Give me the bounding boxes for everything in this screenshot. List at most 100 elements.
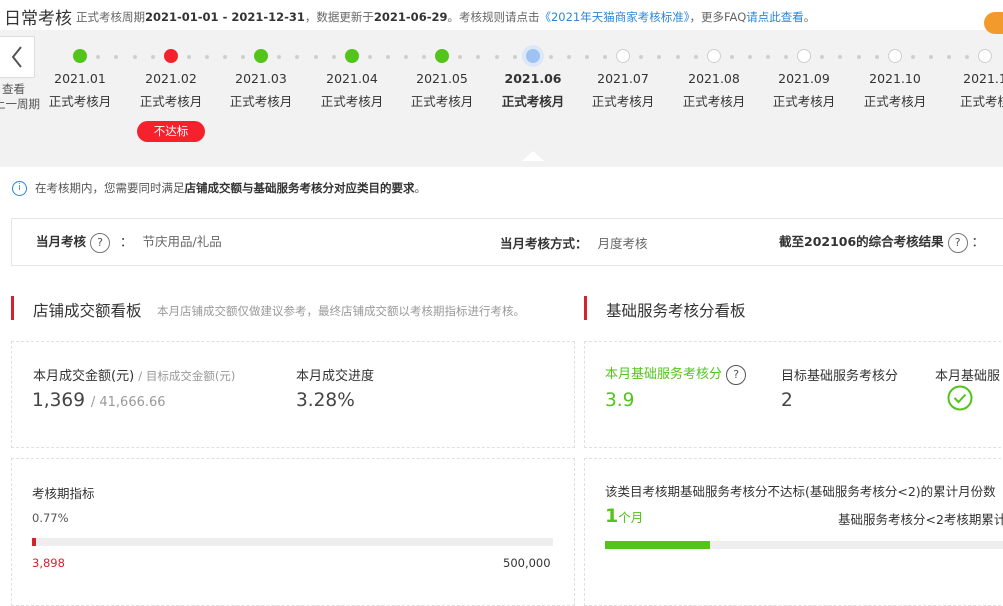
timeline-dot-future[interactable] <box>615 48 630 63</box>
timeline-dot-pass[interactable] <box>345 49 359 63</box>
service-score-value: 3.9 <box>605 390 635 411</box>
month-assessment-colon: ： <box>119 234 133 249</box>
period-target-percent: 0.77% <box>32 511 69 525</box>
assessment-method: 当月考核方式： 月度考核 <box>500 233 648 252</box>
timeline-month-label[interactable]: 2021.02 <box>131 71 211 86</box>
timeline-connector-dot <box>277 55 282 59</box>
timeline-connector-dot <box>331 55 336 59</box>
fail-badge: 不达标 <box>137 121 205 142</box>
fail-month-count-group: 1个月 <box>605 505 643 527</box>
fail-month-card: 该类目考核期基础服务考核分不达标(基础服务考核分<2)的累计月份数 1个月 基础… <box>584 458 1003 606</box>
service-board-title: 基础服务考核分看板 <box>606 302 746 320</box>
info-icon: i <box>12 180 27 196</box>
previous-period-label[interactable]: 查看 上一周期 <box>0 82 40 112</box>
assessment-method-value: 月度考核 <box>597 236 648 251</box>
target-score-value: 2 <box>781 390 793 411</box>
timeline-connector-dot <box>929 55 933 59</box>
timeline-dot-pass[interactable] <box>254 49 268 63</box>
month-status-label: 本月基础服 <box>935 369 1001 384</box>
gmv-amount-value: 1,369 <box>32 390 85 411</box>
timeline-month-sub: 正式考核月 <box>682 94 746 109</box>
timeline-month-sub: 正式考核月 <box>229 94 293 109</box>
timeline-dot-future[interactable] <box>796 48 811 63</box>
timeline-month-label[interactable]: 2021.07 <box>583 71 663 86</box>
timeline-connector-dot <box>241 55 245 59</box>
timeline-month-label[interactable]: 2021.04 <box>312 71 392 86</box>
overall-result-colon: ： <box>971 234 985 249</box>
score-label-group: 本月基础服务考核分 ? <box>605 363 747 385</box>
timeline-connector-dot <box>585 55 589 59</box>
timeline-dot-pass[interactable] <box>435 49 449 63</box>
month-assessment-label: 当月考核 <box>36 234 87 249</box>
result-status-button[interactable] <box>984 12 1003 34</box>
timeline-connector-dot <box>603 55 607 59</box>
timeline-connector-dot <box>657 55 662 59</box>
timeline-month-label[interactable]: 2021.09 <box>764 71 844 86</box>
timeline-dot-future[interactable] <box>887 48 902 63</box>
timeline-connector-dot <box>965 55 969 59</box>
gmv-values: 1,369 / 41,666.66 <box>32 390 166 411</box>
period-target-current: 3,898 <box>32 556 65 570</box>
timeline-month-label[interactable]: 2021.08 <box>674 71 754 86</box>
update-date: 2021-06-29 <box>373 10 448 24</box>
summary-bar: 当月考核 ? ： 节庆用品/礼品 当月考核方式： 月度考核 截至202106的综… <box>11 218 1003 266</box>
gmv-board-subtitle: 本月店铺成交额仅做建议参考，最终店铺成交额以考核期指标进行考核。 <box>157 304 525 318</box>
timeline-month-label[interactable]: 2021.03 <box>221 71 301 86</box>
timeline-month-label[interactable]: 2021.01 <box>40 71 120 86</box>
timeline-month-sub: 正式考核月 <box>320 94 384 109</box>
month-assessment: 当月考核 ? ： 节庆用品/礼品 <box>36 231 222 253</box>
timeline-connector-dot <box>549 55 553 59</box>
help-icon[interactable]: ? <box>90 232 110 253</box>
timeline-connector-dot <box>730 55 734 59</box>
help-icon[interactable]: ? <box>726 364 747 385</box>
period-range: 2021-01-01 - 2021-12-31 <box>145 10 305 24</box>
timeline-month-sub: 正式考核月 <box>139 94 203 109</box>
timeline-dot-pass[interactable] <box>73 49 87 63</box>
gmv-target-label: / 目标成交金额(元) <box>138 369 236 383</box>
timeline-connector-dot <box>874 55 879 59</box>
timeline-month-label[interactable]: 2021.1 <box>945 71 1003 86</box>
timeline-connector-dot <box>223 55 227 59</box>
timeline-month-label[interactable]: 2021.06 <box>493 71 573 86</box>
gmv-progress-value: 3.28% <box>296 390 355 411</box>
timeline-month-sub: 正式考核月 <box>591 94 655 109</box>
timeline-connector-dot <box>567 55 571 59</box>
check-circle-icon <box>947 385 973 411</box>
timeline-connector-dot <box>114 55 119 59</box>
timeline-connector-dot <box>295 55 300 59</box>
section-marker <box>584 296 587 320</box>
timeline-dot-current[interactable] <box>526 49 540 63</box>
previous-period-label-2: 上一周期 <box>0 97 40 111</box>
month-timeline: 查看 上一周期 2021.01 正式考核月 2021.02 正式考核月 2021.03 正… <box>0 30 1003 167</box>
service-score-label: 本月基础服务考核分 <box>605 367 723 382</box>
timeline-dot-fail[interactable] <box>164 49 178 63</box>
fail-month-count: 1 <box>605 505 619 527</box>
update-prefix: ，数据更新于 <box>304 10 374 24</box>
rules-link[interactable]: 《2021年天猫商家考核标准》 <box>539 10 689 24</box>
timeline-connector-dot <box>748 55 752 59</box>
timeline-dot-future[interactable] <box>977 48 992 63</box>
timeline-connector-dot <box>132 55 137 59</box>
timeline-dot-future[interactable] <box>706 48 721 63</box>
timeline-month-sub: 正式考核月 <box>410 94 474 109</box>
timeline-month-label[interactable]: 2021.10 <box>855 71 935 86</box>
chevron-left-icon <box>11 46 22 68</box>
period-target-progress-fill <box>32 538 36 546</box>
info-notice: i 在考核期内，您需要同时满足 店铺成交额与基础服务考核分对应类目的要求。 <box>12 180 426 196</box>
period-target-max: 500,000 <box>503 556 551 570</box>
previous-period-button[interactable] <box>0 36 35 78</box>
assessment-method-label: 当月考核方式： <box>500 236 588 251</box>
help-icon[interactable]: ? <box>947 232 968 253</box>
timeline-connector-dot <box>458 55 463 59</box>
timeline-month-sub: 正式考核 <box>959 94 1003 109</box>
faq-link[interactable]: 请点此查看 <box>746 10 804 24</box>
fail-month-progress-track <box>605 541 1003 549</box>
period-target-label: 考核期指标 <box>32 486 95 501</box>
period-description: 正式考核周期2021-01-01 - 2021-12-31，数据更新于2021-… <box>76 9 815 25</box>
gmv-amount-label: 本月成交金额(元) <box>33 369 135 384</box>
gmv-card: 本月成交金额(元) / 目标成交金额(元) 1,369 / 41,666.66 … <box>11 341 575 448</box>
timeline-connector-dot <box>150 55 155 59</box>
timeline-connector-dot <box>693 55 698 59</box>
timeline-month-label[interactable]: 2021.05 <box>402 71 482 86</box>
page-title: 日常考核 <box>4 9 72 29</box>
